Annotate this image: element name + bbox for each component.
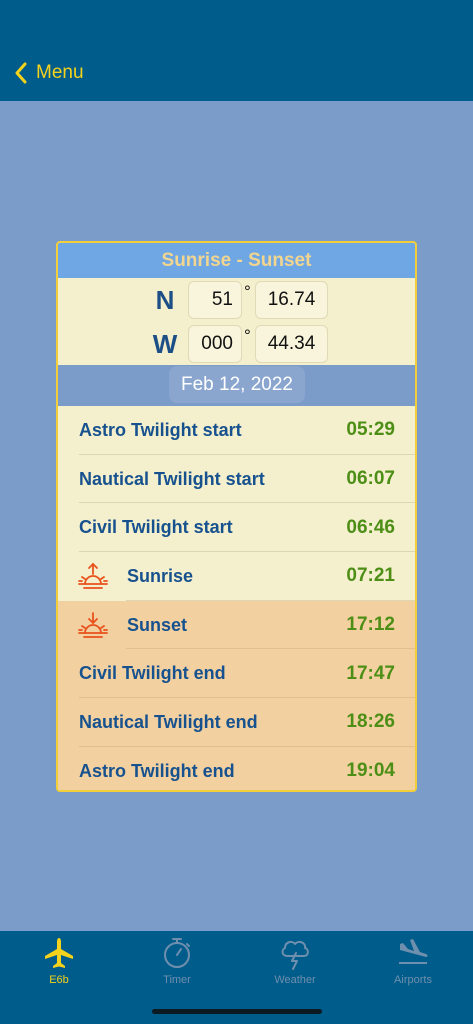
tab-timer[interactable]: Timer [118, 931, 236, 1001]
sunrise-icon [78, 563, 108, 590]
longitude-degrees-field[interactable]: 000 [188, 325, 242, 363]
list-item-nautical-twilight-start: Nautical Twilight start 06:07 [58, 454, 415, 504]
navigation-bar: Menu [0, 0, 473, 101]
list-item-sunrise: Sunrise 07:21 [58, 552, 415, 601]
tab-e6b[interactable]: E6b [0, 931, 118, 1001]
stopwatch-icon [164, 938, 190, 968]
tab-label: Airports [394, 974, 432, 986]
longitude-row: W 000 ° 44.34 [58, 325, 415, 363]
event-time: 17:47 [346, 662, 395, 684]
tab-label: Weather [274, 974, 316, 986]
list-item-nautical-twilight-end: Nautical Twilight end 18:26 [58, 698, 415, 747]
tab-label: E6b [49, 974, 69, 986]
home-indicator [152, 1009, 322, 1014]
event-time: 06:07 [346, 468, 395, 490]
event-time: 07:21 [346, 565, 395, 587]
airplane-icon [45, 938, 73, 968]
latitude-minutes-field[interactable]: 16.74 [255, 281, 328, 319]
tab-airports[interactable]: Airports [354, 931, 472, 1001]
event-label: Civil Twilight end [79, 663, 226, 684]
longitude-minutes-field[interactable]: 44.34 [255, 325, 328, 363]
event-time: 05:29 [346, 419, 395, 441]
event-label: Astro Twilight end [79, 760, 235, 781]
degree-symbol: ° [244, 326, 251, 345]
events-list: Astro Twilight start 05:29 Nautical Twil… [58, 406, 415, 790]
tab-label: Timer [163, 974, 191, 986]
sunset-icon [78, 612, 108, 638]
list-item-civil-twilight-end: Civil Twilight end 17:47 [58, 649, 415, 699]
event-time: 17:12 [346, 614, 395, 636]
tab-weather[interactable]: Weather [236, 931, 354, 1001]
latitude-row: N 51 ° 16.74 [58, 281, 415, 319]
back-label: Menu [36, 62, 84, 83]
longitude-hemisphere-toggle[interactable]: W [150, 329, 180, 360]
event-label: Sunrise [127, 565, 194, 586]
event-label: Astro Twilight start [79, 419, 242, 440]
list-item-civil-twilight-start: Civil Twilight start 06:46 [58, 503, 415, 553]
event-label: Sunset [127, 614, 188, 635]
degree-symbol: ° [244, 282, 251, 301]
coordinates-panel: N 51 ° 16.74 W 000 ° 44.34 [58, 278, 415, 365]
storm-cloud-icon [281, 940, 309, 970]
event-time: 06:46 [346, 516, 395, 538]
event-time: 19:04 [346, 760, 395, 782]
event-label: Civil Twilight start [79, 517, 233, 538]
sunrise-sunset-card: Sunrise - Sunset N 51 ° 16.74 W 000 ° 44… [56, 241, 417, 792]
date-picker[interactable]: Feb 12, 2022 [169, 366, 305, 403]
card-title: Sunrise - Sunset [58, 243, 415, 278]
back-button[interactable]: Menu [14, 62, 84, 84]
chevron-left-icon [15, 62, 27, 84]
latitude-degrees-field[interactable]: 51 [188, 281, 242, 319]
event-time: 18:26 [346, 711, 395, 733]
date-band: Feb 12, 2022 [58, 365, 415, 406]
event-label: Nautical Twilight start [79, 468, 265, 489]
list-item-astro-twilight-end: Astro Twilight end 19:04 [58, 746, 415, 790]
list-item-astro-twilight-start: Astro Twilight start 05:29 [58, 406, 415, 455]
latitude-hemisphere-toggle[interactable]: N [150, 285, 180, 316]
airplane-landing-icon [399, 939, 428, 964]
list-item-sunset: Sunset 17:12 [58, 600, 415, 650]
event-label: Nautical Twilight end [79, 711, 258, 732]
